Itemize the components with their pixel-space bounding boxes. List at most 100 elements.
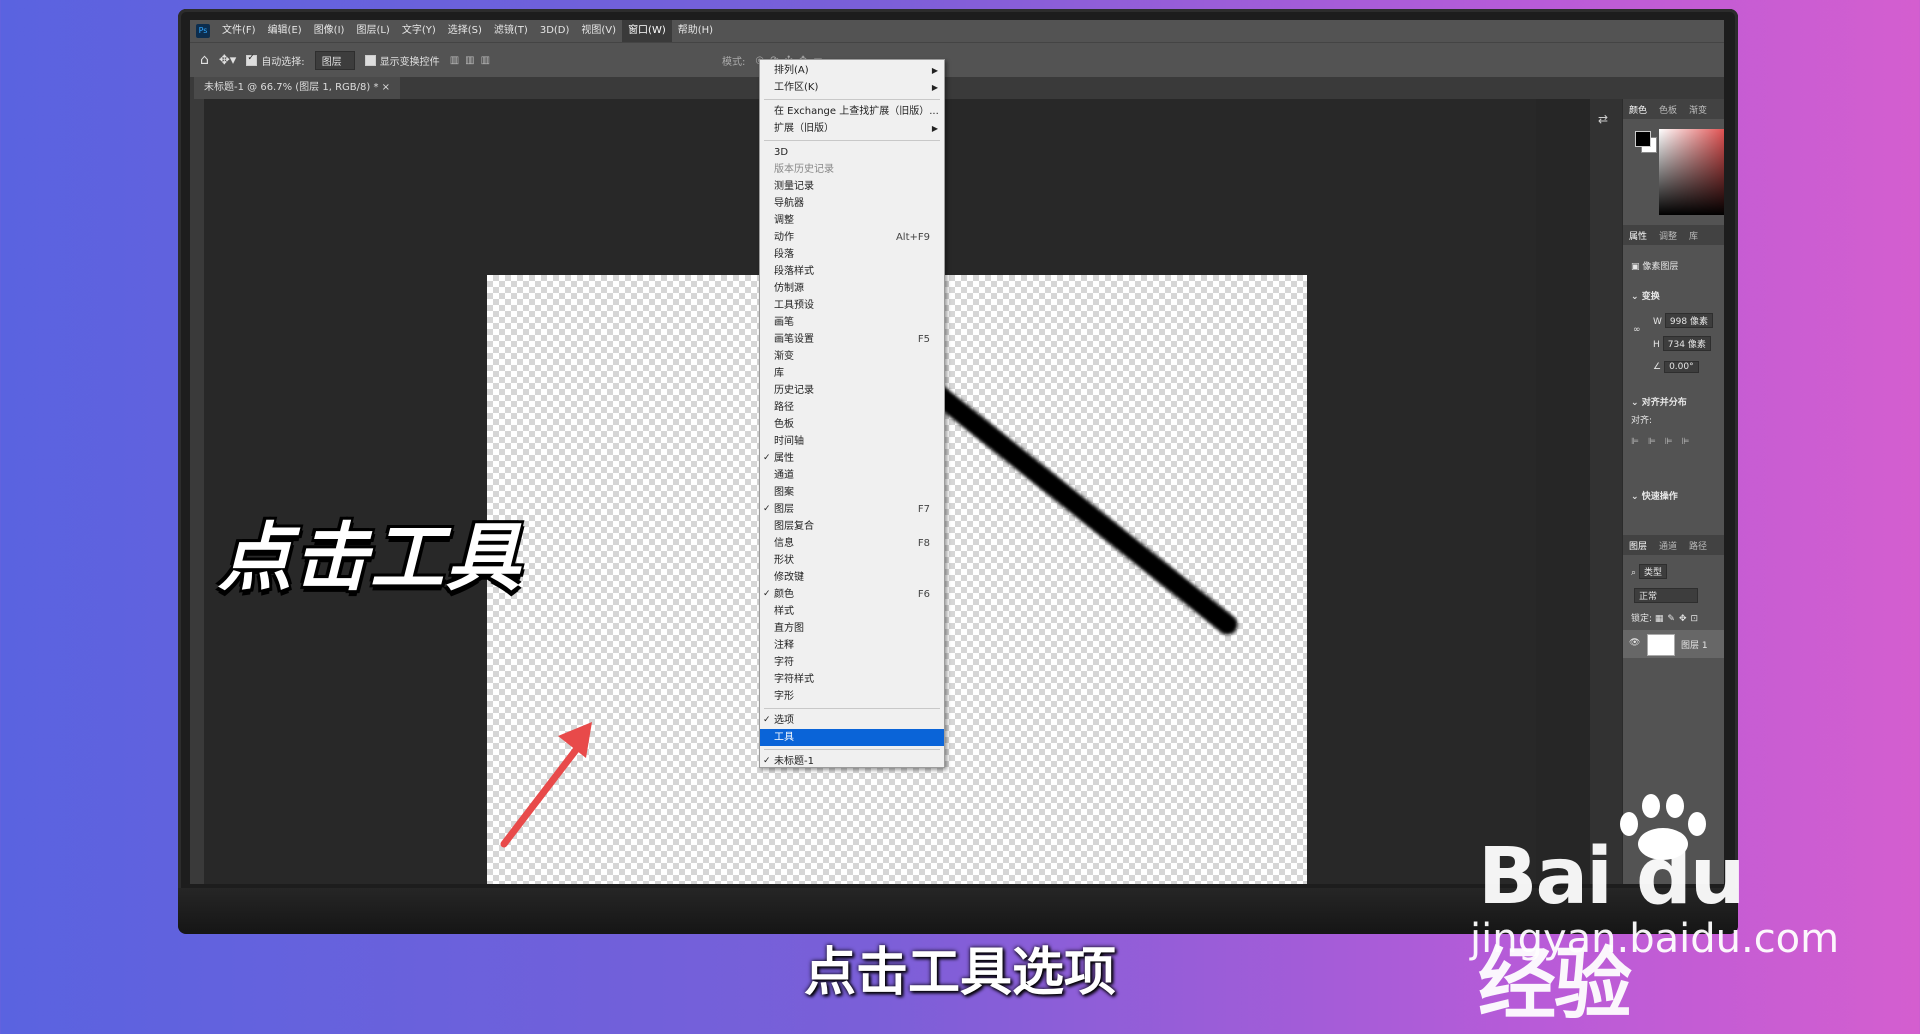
menu-item-label: 仿制源	[774, 283, 804, 294]
window-menu-item[interactable]: 扩展（旧版） ▶	[760, 120, 944, 137]
tab-paths[interactable]: 路径	[1683, 539, 1713, 552]
window-menu-item[interactable]: 字符样式	[760, 671, 944, 688]
menu-file[interactable]: 文件(F)	[216, 20, 262, 42]
tab-libraries[interactable]: 库	[1683, 229, 1704, 242]
window-menu-item[interactable]: 色板	[760, 416, 944, 433]
photoshop-screen: Ps 文件(F) 编辑(E) 图像(I) 图层(L) 文字(Y) 选择(S) 滤…	[190, 20, 1724, 884]
window-menu-item[interactable]: 直方图	[760, 620, 944, 637]
tab-gradients[interactable]: 渐变	[1683, 103, 1713, 116]
window-menu-item[interactable]: 形状	[760, 552, 944, 569]
window-menu-item[interactable]: ✓ 颜色 F6	[760, 586, 944, 603]
transform-section[interactable]: ⌄ 变换	[1631, 289, 1660, 302]
properties-panel-tabs: 属性 调整 库	[1623, 225, 1724, 245]
window-menu-item[interactable]: 在 Exchange 上查找扩展（旧版）...	[760, 103, 944, 120]
width-field[interactable]: 998 像素	[1664, 313, 1713, 328]
menu-item-label: 注释	[774, 640, 794, 651]
window-menu-item[interactable]: 画笔设置 F5	[760, 331, 944, 348]
menu-image[interactable]: 图像(I)	[308, 20, 351, 42]
close-tab-icon[interactable]: ×	[382, 82, 390, 93]
menu-item-label: 颜色	[774, 589, 794, 600]
height-field[interactable]: 734 像素	[1662, 336, 1711, 351]
window-menu-item[interactable]: 工具	[760, 729, 944, 746]
window-menu-item[interactable]: 时间轴	[760, 433, 944, 450]
window-menu-item[interactable]: 通道	[760, 467, 944, 484]
window-menu-item[interactable]: 库	[760, 365, 944, 382]
window-menu-item[interactable]: 段落	[760, 246, 944, 263]
window-menu-item[interactable]: 信息 F8	[760, 535, 944, 552]
home-icon[interactable]: ⌂	[200, 52, 209, 68]
window-menu-item[interactable]: 工具预设	[760, 297, 944, 314]
lock-icons[interactable]: ▦✎✥⊡	[1655, 614, 1702, 624]
menu-help[interactable]: 帮助(H)	[672, 20, 719, 42]
window-menu-item[interactable]: 调整	[760, 212, 944, 229]
window-menu-item[interactable]: 画笔	[760, 314, 944, 331]
window-menu-item[interactable]: 渐变	[760, 348, 944, 365]
menu-item-label: 工具预设	[774, 300, 814, 311]
window-menu-item[interactable]: 动作 Alt+F9	[760, 229, 944, 246]
tab-adjustments[interactable]: 调整	[1653, 229, 1683, 242]
menu-filter[interactable]: 滤镜(T)	[488, 20, 534, 42]
window-menu-item[interactable]: 测量记录	[760, 178, 944, 195]
menu-select[interactable]: 选择(S)	[442, 20, 488, 42]
angle-field[interactable]: 0.00°	[1664, 361, 1699, 373]
auto-select-checkbox[interactable]: 自动选择:	[246, 53, 305, 68]
move-tool-icon[interactable]: ✥▾	[219, 53, 236, 68]
menu-3d[interactable]: 3D(D)	[534, 20, 576, 42]
menu-item-label: 直方图	[774, 623, 804, 634]
menu-layer[interactable]: 图层(L)	[350, 20, 395, 42]
menu-item-label: 选项	[774, 715, 794, 726]
quick-actions-section[interactable]: ⌄ 快速操作	[1631, 489, 1678, 502]
window-menu-item[interactable]: 路径	[760, 399, 944, 416]
tab-swatches[interactable]: 色板	[1653, 103, 1683, 116]
align-buttons-icon[interactable]: ▥▥▥	[450, 55, 496, 66]
tab-color[interactable]: 颜色	[1623, 103, 1653, 116]
window-menu-item[interactable]: 历史记录	[760, 382, 944, 399]
window-menu-item[interactable]: ✓ 选项	[760, 712, 944, 729]
layer-row[interactable]: 👁 图层 1	[1623, 630, 1724, 658]
window-menu-item[interactable]: 字符	[760, 654, 944, 671]
window-menu-item[interactable]: 段落样式	[760, 263, 944, 280]
window-menu-item[interactable]: 字形	[760, 688, 944, 705]
window-menu-item[interactable]: 图层复合	[760, 518, 944, 535]
tab-channels[interactable]: 通道	[1653, 539, 1683, 552]
window-menu-item[interactable]: 工作区(K) ▶	[760, 79, 944, 96]
menu-item-label: 3D	[774, 147, 789, 158]
document-tab[interactable]: 未标题-1 @ 66.7% (图层 1, RGB/8) * ×	[194, 77, 401, 99]
window-menu-item[interactable]: ✓ 未标题-1	[760, 753, 944, 770]
menu-separator	[764, 140, 940, 141]
menu-item-label: 导航器	[774, 198, 804, 209]
align-section[interactable]: ⌄ 对齐并分布	[1631, 395, 1687, 408]
window-menu-item[interactable]: 修改键	[760, 569, 944, 586]
red-arrow-icon	[500, 722, 592, 848]
blend-mode-dropdown[interactable]: 正常	[1631, 588, 1699, 603]
show-transform-checkbox[interactable]: 显示变换控件	[364, 53, 440, 68]
foreground-color-swatch[interactable]	[1635, 131, 1651, 147]
window-menu-item[interactable]: 图案	[760, 484, 944, 501]
history-panel-icon[interactable]: ⇄	[1598, 112, 1616, 130]
window-menu-item[interactable]: 样式	[760, 603, 944, 620]
menu-edit[interactable]: 编辑(E)	[262, 20, 308, 42]
tab-properties[interactable]: 属性	[1623, 229, 1653, 242]
link-icon[interactable]: ∞	[1633, 325, 1641, 335]
menu-window[interactable]: 窗口(W)	[622, 20, 672, 42]
auto-select-dropdown[interactable]: 图层	[314, 50, 355, 70]
kind-filter[interactable]: ⌕ 类型	[1631, 564, 1668, 579]
menu-view[interactable]: 视图(V)	[575, 20, 622, 42]
menu-item-label: 测量记录	[774, 181, 814, 192]
tab-layers[interactable]: 图层	[1623, 539, 1653, 552]
window-menu-item[interactable]: 注释	[760, 637, 944, 654]
window-menu-item[interactable]: 排列(A) ▶	[760, 62, 944, 79]
menu-item-label: 样式	[774, 606, 794, 617]
window-menu-item[interactable]: ✓ 图层 F7	[760, 501, 944, 518]
window-menu-item[interactable]: 导航器	[760, 195, 944, 212]
window-menu-item[interactable]: 版本历史记录	[760, 161, 944, 178]
menu-type[interactable]: 文字(Y)	[396, 20, 442, 42]
align-icons[interactable]: ⊫⊫⊫⊫	[1631, 437, 1698, 447]
menu-item-label: 通道	[774, 470, 794, 481]
height-row: H 734 像素	[1653, 336, 1711, 351]
color-picker-field[interactable]	[1659, 129, 1724, 215]
window-menu-item[interactable]: 仿制源	[760, 280, 944, 297]
eye-icon[interactable]: 👁	[1629, 638, 1640, 648]
window-menu-item[interactable]: 3D	[760, 144, 944, 161]
window-menu-item[interactable]: ✓ 属性	[760, 450, 944, 467]
